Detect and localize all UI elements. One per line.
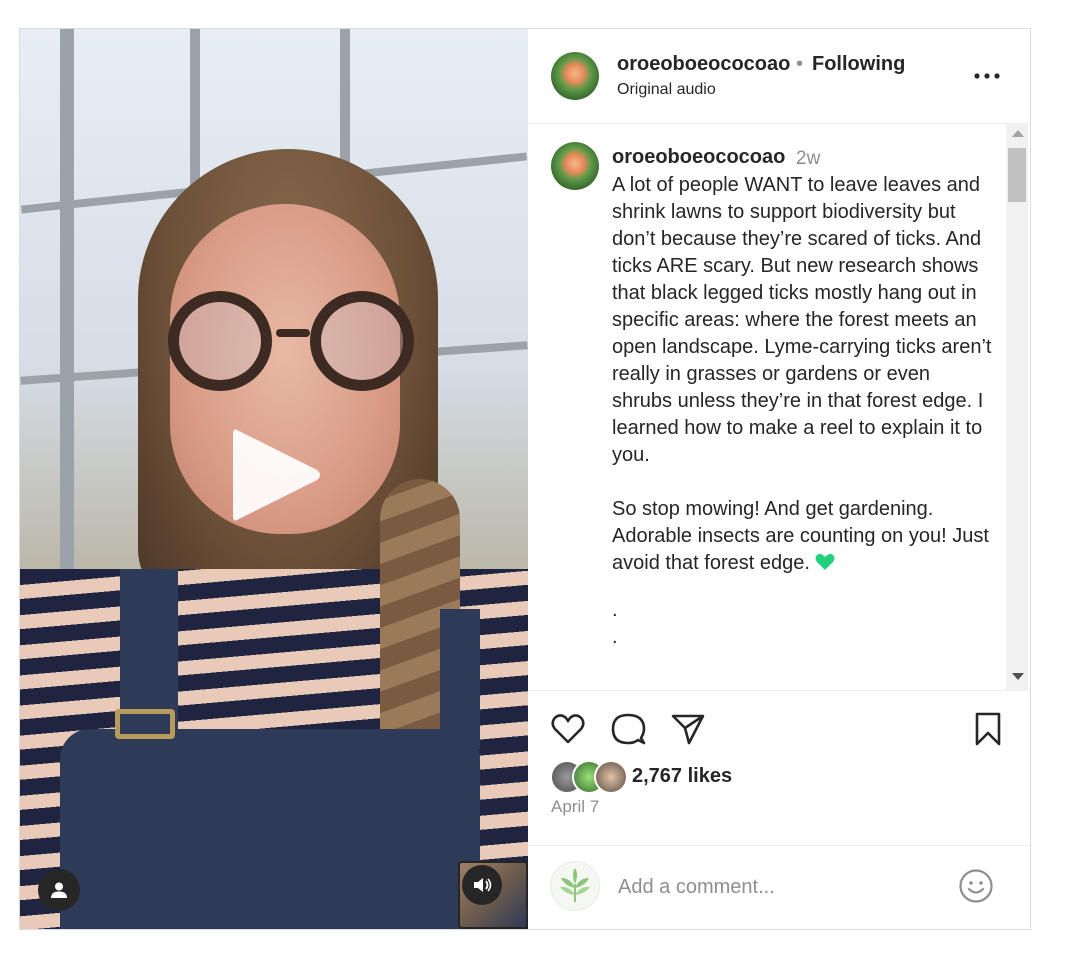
follow-status-button[interactable]: Following [812,53,905,76]
play-button[interactable] [225,424,325,526]
speaker-icon [474,878,492,892]
save-button[interactable] [970,711,1006,747]
sound-toggle-button[interactable] [462,865,502,905]
glasses-right-lens [310,291,414,391]
scroll-down-arrow[interactable] [1012,673,1024,680]
post-actions: 2,767 likes April 7 [528,690,1030,831]
caption-author-avatar[interactable] [551,142,599,190]
likes-count[interactable]: 2,767 likes [632,765,732,788]
glasses-left-lens [168,291,272,391]
post-header: oroeoboeococoao • Following Original aud… [528,29,1030,124]
author-username[interactable]: oroeoboeococoao [617,53,790,76]
post-sidebar: oroeoboeococoao • Following Original aud… [528,29,1030,929]
overall-buckle [115,709,175,739]
paper-plane-icon [671,714,705,745]
caption-text: A lot of people WANT to leave leaves and… [612,172,992,651]
scroll-up-arrow[interactable] [1012,130,1024,137]
user-tag-icon [51,882,67,898]
heart-icon [551,714,585,744]
scroll-thumb[interactable] [1008,148,1026,202]
caption-dot-line: . [612,599,618,621]
comments-scroll-area[interactable]: oroeoboeococoao 2w A lot of people WANT … [528,124,1030,690]
comment-icon [611,713,646,745]
overall-strap-right [440,609,480,749]
comment-input[interactable] [618,872,938,902]
caption-paragraph: A lot of people WANT to leave leaves and… [612,174,992,466]
smiley-icon [959,869,993,903]
post-date[interactable]: April 7 [551,797,599,817]
leaf-logo-icon [560,868,590,902]
liker-avatars[interactable] [550,760,630,794]
window-frame-vertical [60,29,74,589]
tagged-users-button[interactable] [38,869,80,911]
post-card: oroeoboeococoao • Following Original aud… [19,28,1031,930]
overalls [60,729,480,929]
video-player[interactable] [20,29,528,929]
caption-dot-line: . [612,626,618,648]
original-audio-link[interactable]: Original audio [617,81,716,99]
glasses-bridge [276,329,310,337]
emoji-picker-button[interactable] [958,868,994,904]
comment-button[interactable] [610,711,646,747]
caption-time-ago[interactable]: 2w [796,148,820,170]
green-heart-icon [815,553,835,570]
play-icon [233,429,320,521]
caption-paragraph: So stop mowing! And get gardening. Adora… [612,498,989,574]
current-user-avatar [550,861,600,911]
caption-username[interactable]: oroeoboeococoao [612,146,785,169]
liker-avatar [594,760,628,794]
more-horizontal-icon [974,73,1000,79]
comment-bar [528,845,1030,930]
like-button[interactable] [550,711,586,747]
share-button[interactable] [670,711,706,747]
vertical-scrollbar[interactable] [1006,124,1028,690]
separator-dot: • [796,53,804,75]
author-avatar[interactable] [551,52,599,100]
more-options-button[interactable] [972,61,1002,91]
bookmark-icon [975,712,1001,746]
